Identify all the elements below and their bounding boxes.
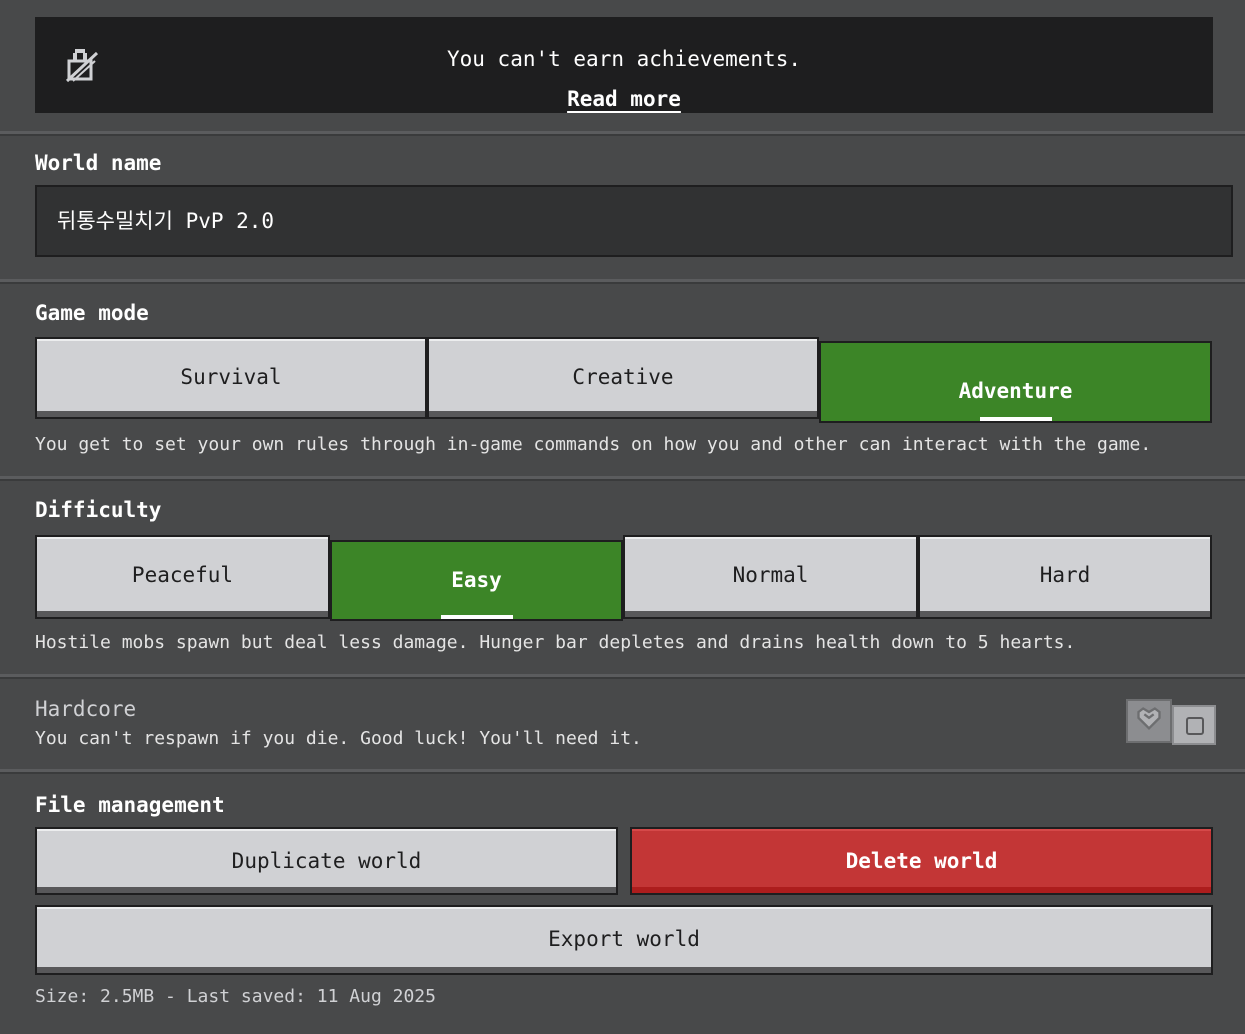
selected-indicator xyxy=(979,417,1052,421)
heart-icon xyxy=(1137,707,1161,730)
game-mode-creative-button[interactable]: Creative xyxy=(427,337,819,419)
game-mode-adventure-button[interactable]: Adventure xyxy=(819,341,1212,423)
divider xyxy=(0,279,1245,284)
file-management-label: File management xyxy=(35,793,225,817)
export-world-button[interactable]: Export world xyxy=(35,905,1213,975)
world-settings-panel: You can't earn achievements. Read more W… xyxy=(0,0,1245,1034)
world-name-input[interactable]: 뒤통수밀치기 PvP 2.0 xyxy=(35,185,1233,257)
toggle-track xyxy=(1172,705,1216,745)
hardcore-toggle[interactable] xyxy=(1126,699,1216,745)
divider xyxy=(0,476,1245,481)
achievements-banner: You can't earn achievements. Read more xyxy=(35,17,1213,113)
difficulty-peaceful-button[interactable]: Peaceful xyxy=(35,535,330,619)
difficulty-normal-button[interactable]: Normal xyxy=(623,535,918,619)
achievements-message: You can't earn achievements. xyxy=(446,47,801,71)
delete-world-button[interactable]: Delete world xyxy=(630,827,1213,895)
selected-indicator xyxy=(440,615,513,619)
hardcore-label: Hardcore xyxy=(35,697,137,721)
hardcore-description: You can't respawn if you die. Good luck!… xyxy=(35,728,642,749)
world-file-info: Size: 2.5MB - Last saved: 11 Aug 2025 xyxy=(35,986,436,1007)
world-name-label: World name xyxy=(35,151,162,175)
game-mode-survival-button[interactable]: Survival xyxy=(35,337,427,419)
game-mode-description: You get to set your own rules through in… xyxy=(35,434,1152,455)
difficulty-description: Hostile mobs spawn but deal less damage.… xyxy=(35,632,1076,653)
difficulty-label: Difficulty xyxy=(35,498,162,522)
difficulty-easy-button[interactable]: Easy xyxy=(330,540,623,621)
read-more-link[interactable]: Read more xyxy=(567,87,681,111)
difficulty-hard-button[interactable]: Hard xyxy=(918,535,1212,619)
divider xyxy=(0,769,1245,774)
game-mode-label: Game mode xyxy=(35,301,149,325)
duplicate-world-button[interactable]: Duplicate world xyxy=(35,827,618,895)
toggle-knob xyxy=(1126,699,1172,743)
divider xyxy=(0,131,1245,136)
divider xyxy=(0,674,1245,679)
toggle-off-icon xyxy=(1186,717,1204,735)
